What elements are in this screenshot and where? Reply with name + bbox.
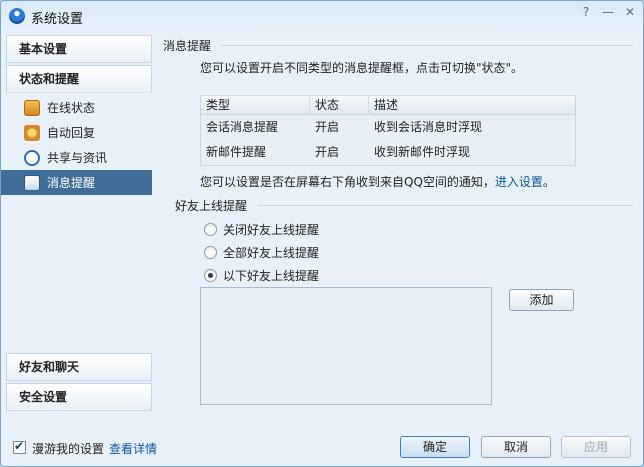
divider: [257, 204, 633, 206]
category-friends-chat[interactable]: 好友和聊天: [6, 353, 152, 381]
view-details-link[interactable]: 查看详情: [109, 440, 157, 457]
status-reminders-items: 在线状态 自动回复 共享与资讯 消息提醒: [1, 95, 152, 195]
qzone-note: 您可以设置是否在屏幕右下角收到来自QQ空间的通知，进入设置。: [200, 173, 555, 191]
sidebar-item-message-reminder[interactable]: 消息提醒: [1, 170, 152, 195]
message-reminder-section-head: 消息提醒: [163, 35, 633, 55]
share-news-icon: [24, 149, 40, 166]
qzone-note-text: 您可以设置是否在屏幕右下角收到来自QQ空间的通知，: [200, 175, 495, 189]
radio-button[interactable]: [204, 223, 217, 236]
table-row[interactable]: 会话消息提醒 开启 收到会话消息时浮现: [201, 115, 575, 140]
table-row[interactable]: 新邮件提醒 开启 收到新邮件时浮现: [201, 140, 575, 165]
category-basic-settings[interactable]: 基本设置: [6, 35, 152, 63]
friend-online-section-head: 好友上线提醒: [175, 195, 633, 215]
table-cell: 新邮件提醒: [206, 145, 267, 159]
table-cell: 会话消息提醒: [206, 120, 279, 134]
message-reminder-icon: [24, 174, 40, 191]
message-reminder-description: 您可以设置开启不同类型的消息提醒框，点击可切换"状态"。: [200, 61, 524, 75]
table-header: 类型 状态 描述: [201, 96, 575, 115]
radio-disable-friend-alert[interactable]: 关闭好友上线提醒: [204, 221, 319, 238]
auto-reply-icon: [24, 124, 40, 141]
column-header: 描述: [374, 98, 399, 112]
sidebar-item-auto-reply[interactable]: 自动回复: [6, 120, 152, 145]
ok-button[interactable]: 确定: [400, 436, 470, 458]
category-security[interactable]: 安全设置: [6, 383, 152, 411]
settings-window: 系统设置 ? — ✕ 基本设置 状态和提醒 在线状态 自动回复 共享与资讯 消息…: [0, 0, 644, 467]
qzone-note-end: 。: [542, 175, 555, 189]
radio-label: 全部好友上线提醒: [223, 246, 320, 260]
footer-bar: 漫游我的设置 查看详情 确定 取消 应用: [1, 431, 643, 466]
column-header: 状态: [310, 96, 369, 114]
settings-content: 消息提醒 您可以设置开启不同类型的消息提醒框，点击可切换"状态"。 类型 状态 …: [163, 35, 633, 430]
window-title: 系统设置: [31, 12, 84, 27]
title-bar: 系统设置 ? — ✕: [1, 1, 643, 31]
category-status-reminders[interactable]: 状态和提醒: [6, 65, 152, 93]
reminder-table: 类型 状态 描述 会话消息提醒 开启 收到会话消息时浮现 新邮件提醒 开启 收到…: [200, 95, 576, 166]
status-toggle[interactable]: 开启: [310, 140, 369, 165]
qq-logo-icon: [9, 8, 25, 24]
section-title: 消息提醒: [163, 38, 212, 53]
sidebar-item-label: 共享与资讯: [47, 151, 108, 165]
radio-button[interactable]: [204, 246, 217, 259]
column-header: 类型: [201, 96, 310, 114]
add-button[interactable]: 添加: [509, 289, 574, 311]
apply-button[interactable]: 应用: [561, 436, 631, 458]
divider: [221, 44, 633, 46]
sidebar-item-online-status[interactable]: 在线状态: [6, 95, 152, 120]
sidebar: 基本设置 状态和提醒 在线状态 自动回复 共享与资讯 消息提醒 好友和聊天 安全…: [1, 35, 152, 430]
radio-all-friends-alert[interactable]: 全部好友上线提醒: [204, 244, 319, 261]
sidebar-item-share-news[interactable]: 共享与资讯: [6, 145, 152, 170]
table-cell: 收到新邮件时浮现: [374, 145, 471, 159]
help-button[interactable]: ?: [577, 5, 595, 21]
radio-selected-friends-alert[interactable]: 以下好友上线提醒: [204, 267, 319, 284]
section-title: 好友上线提醒: [175, 198, 248, 213]
radio-label: 以下好友上线提醒: [223, 269, 320, 283]
radio-label: 关闭好友上线提醒: [223, 223, 320, 237]
roam-settings-label: 漫游我的设置: [32, 442, 105, 456]
enter-settings-link[interactable]: 进入设置: [495, 175, 543, 189]
close-button[interactable]: ✕: [621, 5, 639, 21]
minimize-button[interactable]: —: [599, 5, 617, 21]
radio-button[interactable]: [204, 269, 217, 282]
sidebar-item-label: 在线状态: [47, 101, 96, 115]
cancel-button[interactable]: 取消: [481, 436, 551, 458]
sidebar-item-label: 消息提醒: [47, 176, 96, 190]
online-status-icon: [24, 99, 40, 116]
status-toggle[interactable]: 开启: [310, 115, 369, 140]
roam-settings-checkbox[interactable]: [13, 439, 26, 454]
table-cell: 收到会话消息时浮现: [374, 120, 483, 134]
friend-list-box[interactable]: [200, 287, 492, 405]
sidebar-item-label: 自动回复: [47, 126, 96, 140]
